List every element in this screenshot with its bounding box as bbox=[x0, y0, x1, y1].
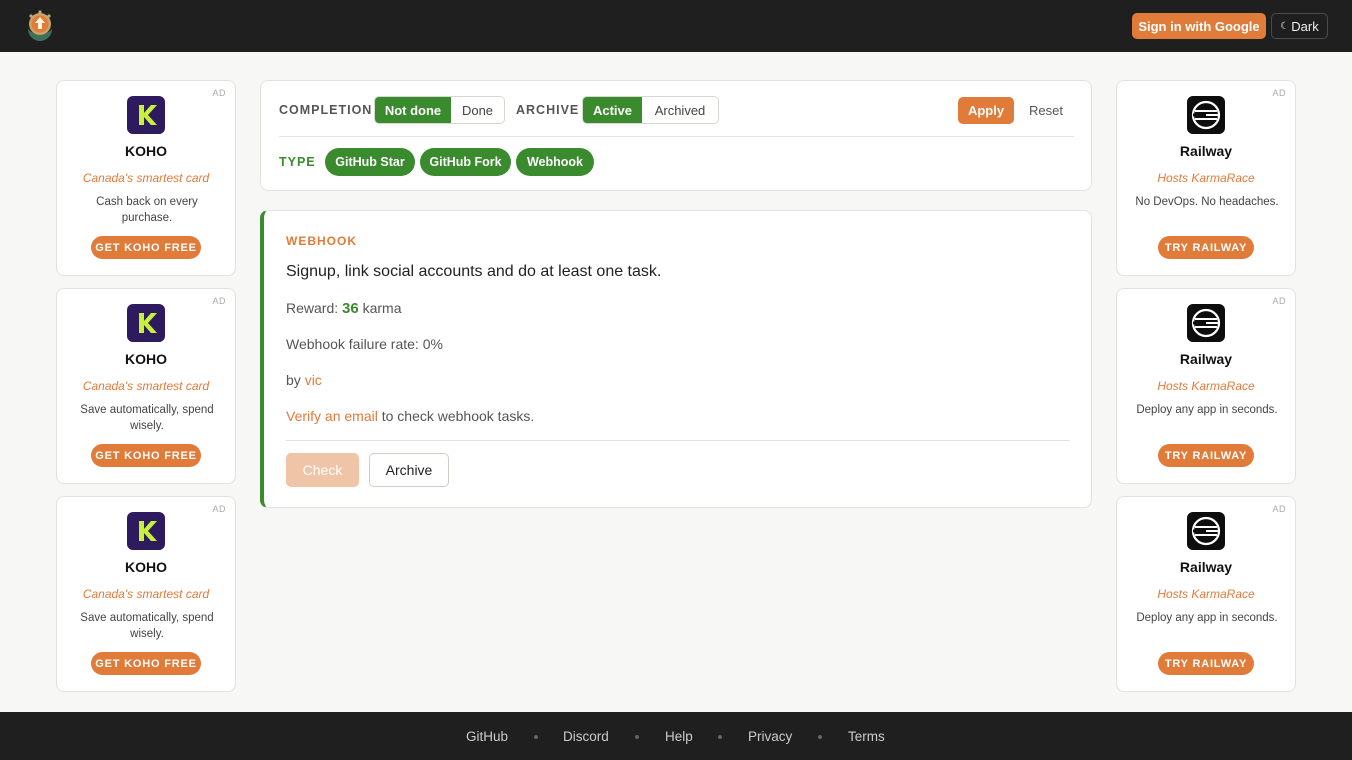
moon-icon: ☾ bbox=[1280, 20, 1290, 32]
verify-email-suffix: to check webhook tasks. bbox=[381, 408, 535, 424]
completion-segmented-control: Not done Done bbox=[374, 96, 505, 124]
task-divider bbox=[286, 440, 1070, 441]
ad-tagline: Hosts KarmaRace bbox=[1157, 171, 1255, 185]
ad-tag: AD bbox=[1272, 504, 1286, 514]
ad-brand: Railway bbox=[1179, 559, 1233, 575]
webhook-failure-rate: Webhook failure rate: 0% bbox=[286, 336, 443, 352]
footer-link-privacy[interactable]: Privacy bbox=[748, 729, 792, 744]
reward-value: 36 bbox=[342, 300, 359, 317]
ad-card-railway[interactable]: AD Railway Hosts KarmaRace Deploy any ap… bbox=[1116, 288, 1296, 484]
footer-link-github[interactable]: GitHub bbox=[466, 729, 508, 744]
completion-not-done-option[interactable]: Not done bbox=[375, 97, 451, 123]
ad-cta-button[interactable]: GET KOHO FREE bbox=[91, 652, 201, 675]
ad-cta-button[interactable]: GET KOHO FREE bbox=[91, 236, 201, 259]
verify-email-link[interactable]: Verify an email bbox=[286, 408, 378, 424]
ad-card-koho[interactable]: AD KOHO Canada's smartest card Save auto… bbox=[56, 288, 236, 484]
reset-filters-button[interactable]: Reset bbox=[1023, 97, 1069, 124]
author-prefix: by bbox=[286, 372, 301, 388]
ad-brand: KOHO bbox=[125, 351, 167, 367]
koho-logo-icon bbox=[127, 96, 165, 134]
footer-separator bbox=[534, 735, 538, 739]
ad-brand: KOHO bbox=[125, 143, 167, 159]
footer-link-discord[interactable]: Discord bbox=[563, 729, 609, 744]
archive-filter-label: ARCHIVE bbox=[516, 103, 580, 117]
ad-tag: AD bbox=[212, 504, 226, 514]
task-type-label: WEBHOOK bbox=[286, 234, 357, 248]
ad-description: Deploy any app in seconds. bbox=[1136, 612, 1278, 624]
ad-tagline: Canada's smartest card bbox=[82, 587, 210, 601]
task-author-line: by vic bbox=[286, 372, 322, 388]
reward-prefix: Reward: bbox=[286, 300, 339, 316]
archive-task-button[interactable]: Archive bbox=[369, 453, 449, 487]
ad-brand: KOHO bbox=[125, 559, 167, 575]
type-chip-webhook[interactable]: Webhook bbox=[516, 148, 594, 176]
ad-tagline: Canada's smartest card bbox=[82, 379, 210, 393]
ad-cta-button[interactable]: GET KOHO FREE bbox=[91, 444, 201, 467]
task-title: Signup, link social accounts and do at l… bbox=[286, 263, 662, 280]
type-chip-github-star[interactable]: GitHub Star bbox=[325, 148, 415, 176]
completion-done-option[interactable]: Done bbox=[451, 97, 504, 123]
ad-description: Deploy any app in seconds. bbox=[1136, 404, 1278, 416]
ad-brand: Railway bbox=[1179, 351, 1233, 367]
ad-tag: AD bbox=[212, 88, 226, 98]
task-card: WEBHOOK Signup, link social accounts and… bbox=[260, 210, 1092, 508]
filter-panel: COMPLETION Not done Done ARCHIVE Active … bbox=[260, 80, 1092, 191]
ad-tagline: Hosts KarmaRace bbox=[1157, 587, 1255, 601]
ad-description: Cash back on every purchase. bbox=[96, 196, 198, 224]
ad-tag: AD bbox=[1272, 296, 1286, 306]
footer-link-help[interactable]: Help bbox=[665, 729, 693, 744]
ad-description: Save automatically, spend wisely. bbox=[80, 612, 214, 640]
ad-card-railway[interactable]: AD Railway Hosts KarmaRace Deploy any ap… bbox=[1116, 496, 1296, 692]
footer: GitHub Discord Help Privacy Terms bbox=[0, 712, 1352, 760]
filter-divider bbox=[279, 136, 1074, 137]
check-task-button[interactable]: Check bbox=[286, 453, 359, 487]
koho-logo-icon bbox=[127, 304, 165, 342]
footer-separator bbox=[635, 735, 639, 739]
verify-email-notice: Verify an email to check webhook tasks. bbox=[286, 408, 534, 424]
theme-toggle-button[interactable]: ☾ Dark bbox=[1271, 13, 1328, 39]
footer-separator bbox=[818, 735, 822, 739]
archive-active-option[interactable]: Active bbox=[583, 97, 642, 123]
ad-description: No DevOps. No headaches. bbox=[1135, 196, 1279, 208]
top-bar: Sign in with Google ☾ Dark bbox=[0, 0, 1352, 52]
koho-logo-icon bbox=[127, 512, 165, 550]
sign-in-google-button[interactable]: Sign in with Google bbox=[1132, 13, 1266, 39]
railway-logo-icon bbox=[1187, 512, 1225, 550]
task-reward: Reward: 36 karma bbox=[286, 300, 402, 317]
ad-tag: AD bbox=[212, 296, 226, 306]
ad-tagline: Hosts KarmaRace bbox=[1157, 379, 1255, 393]
apply-filters-button[interactable]: Apply bbox=[958, 97, 1014, 124]
ad-card-koho[interactable]: AD KOHO Canada's smartest card Save auto… bbox=[56, 496, 236, 692]
ad-cta-button[interactable]: TRY RAILWAY bbox=[1158, 652, 1254, 675]
ad-card-railway[interactable]: AD Railway Hosts KarmaRace No DevOps. No… bbox=[1116, 80, 1296, 276]
ad-card-koho[interactable]: AD KOHO Canada's smartest card Cash back… bbox=[56, 80, 236, 276]
ad-cta-button[interactable]: TRY RAILWAY bbox=[1158, 236, 1254, 259]
footer-separator bbox=[718, 735, 722, 739]
completion-filter-label: COMPLETION bbox=[279, 103, 373, 117]
ad-cta-button[interactable]: TRY RAILWAY bbox=[1158, 444, 1254, 467]
reward-suffix: karma bbox=[362, 300, 402, 316]
ad-tag: AD bbox=[1272, 88, 1286, 98]
railway-logo-icon bbox=[1187, 304, 1225, 342]
author-link[interactable]: vic bbox=[305, 372, 322, 388]
ad-description: Save automatically, spend wisely. bbox=[80, 404, 214, 432]
ad-tagline: Canada's smartest card bbox=[82, 171, 210, 185]
karmarace-logo-icon[interactable] bbox=[23, 9, 57, 43]
ad-brand: Railway bbox=[1179, 143, 1233, 159]
footer-link-terms[interactable]: Terms bbox=[848, 729, 885, 744]
type-chip-github-fork[interactable]: GitHub Fork bbox=[420, 148, 511, 176]
theme-toggle-label: Dark bbox=[1291, 18, 1319, 34]
archive-segmented-control: Active Archived bbox=[582, 96, 719, 124]
type-filter-label: TYPE bbox=[279, 155, 316, 169]
railway-logo-icon bbox=[1187, 96, 1225, 134]
archive-archived-option[interactable]: Archived bbox=[642, 97, 718, 123]
